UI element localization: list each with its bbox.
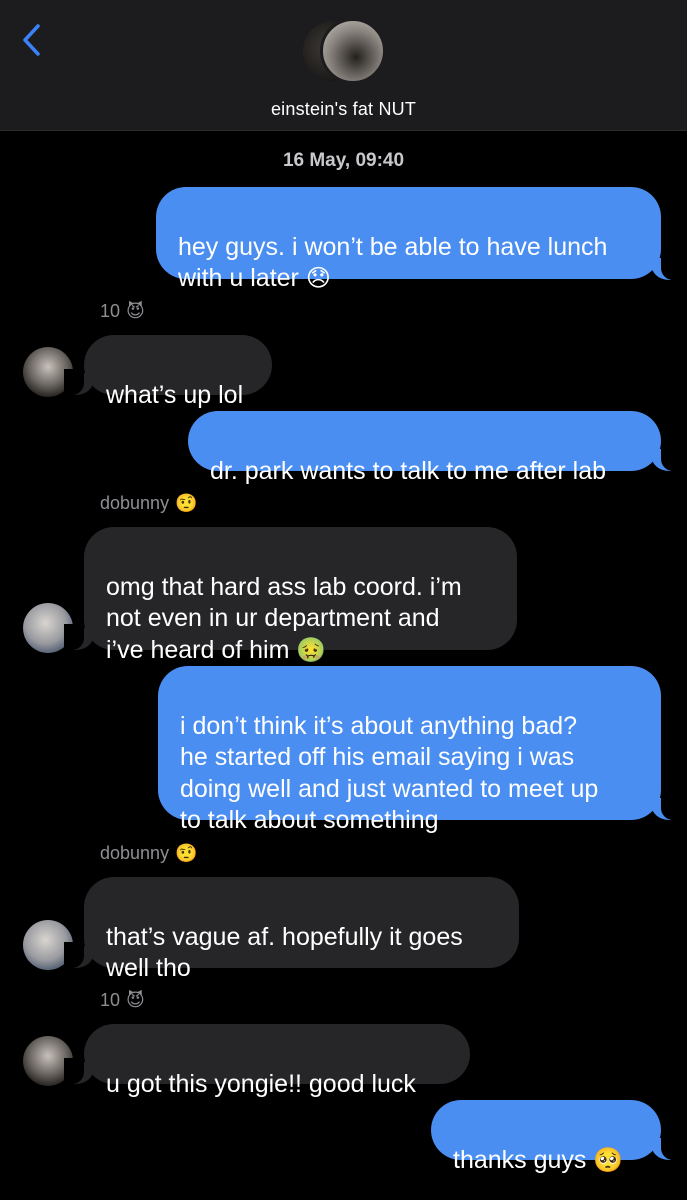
message-timestamp: 16 May, 09:40 — [282, 150, 405, 171]
message-text: dr. park wants to talk to me after lab — [210, 456, 607, 485]
chat-title[interactable]: einstein's fat NUT — [0, 99, 687, 120]
outgoing-message[interactable]: dr. park wants to talk to me after lab — [188, 411, 661, 485]
message-text: thanks guys — [453, 1145, 587, 1174]
incoming-message[interactable]: what’s up lol — [84, 335, 272, 409]
message-text: u got this yongie!! good luck — [106, 1069, 416, 1098]
outgoing-message[interactable]: hey guys. i won’t be able to have lunch … — [156, 187, 661, 292]
bubble-tail — [651, 1134, 681, 1160]
incoming-message[interactable]: that’s vague af. hopefully it goes well … — [84, 877, 519, 982]
bubble-tail — [651, 794, 681, 820]
message-text: i don’t think it’s about anything bad? h… — [180, 711, 599, 835]
sender-name: dobunny 🤨 — [100, 493, 198, 513]
outgoing-message[interactable]: i don’t think it’s about anything bad? h… — [158, 666, 661, 834]
bubble-tail — [64, 369, 94, 395]
bubble-tail — [64, 942, 94, 968]
sender-emoji: 😈 — [126, 990, 145, 1010]
sender-name: dobunny 🤨 — [100, 843, 198, 863]
message-text: what’s up lol — [106, 380, 244, 409]
sender-name: 10 😈 — [100, 990, 145, 1010]
sender-emoji: 🤨 — [175, 843, 198, 863]
emoji: 😞 — [305, 265, 331, 292]
message-text: omg that hard ass lab coord. i’m not eve… — [106, 572, 462, 664]
sender-name: 10 😈 — [100, 301, 145, 321]
incoming-message[interactable]: u got this yongie!! good luck — [84, 1024, 470, 1098]
emoji: 🥺 — [593, 1146, 624, 1174]
back-button[interactable] — [18, 22, 48, 58]
bubble-tail — [64, 624, 94, 650]
message-text: hey guys. i won’t be able to have lunch … — [178, 232, 608, 293]
sender-emoji: 🤨 — [175, 493, 198, 513]
sender-emoji: 😈 — [126, 301, 145, 321]
group-avatar[interactable] — [300, 18, 388, 88]
bubble-tail — [64, 1058, 94, 1084]
chevron-left-icon — [23, 24, 40, 56]
bubble-tail — [651, 254, 681, 280]
outgoing-message[interactable]: thanks guys 🥺 — [431, 1100, 661, 1174]
bubble-tail — [651, 445, 681, 471]
emoji: 🤢 — [296, 636, 327, 664]
group-member-avatar — [320, 18, 386, 84]
message-text: that’s vague af. hopefully it goes well … — [106, 922, 463, 983]
chat-header: einstein's fat NUT — [0, 0, 687, 131]
incoming-message[interactable]: omg that hard ass lab coord. i’m not eve… — [84, 527, 517, 664]
